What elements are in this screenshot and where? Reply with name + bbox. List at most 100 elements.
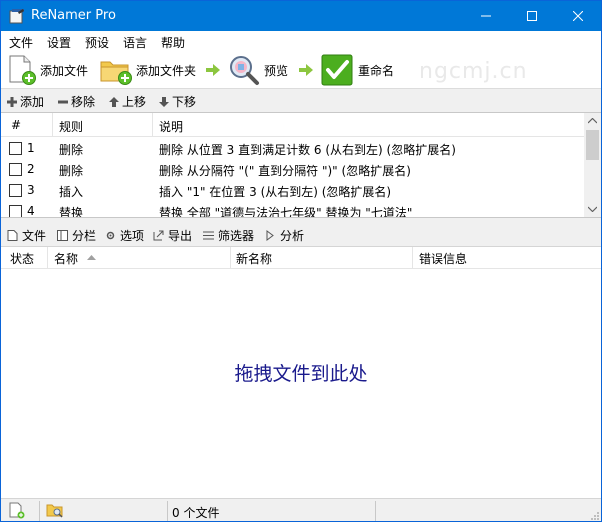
rule-name: 删除 xyxy=(59,143,84,157)
rule-checkbox[interactable] xyxy=(9,184,22,197)
app-window: ReNamer Pro 文件 设置 预设 语言 帮助 ngcmj.cn 添加文件 xyxy=(0,0,602,522)
analyze-menu-button[interactable]: 分析 xyxy=(265,227,304,244)
status-divider xyxy=(39,501,40,521)
arrow-right-icon xyxy=(206,64,220,76)
rule-row[interactable]: 2 删除 删除 从分隔符 "(" 直到分隔符 ")" (忽略扩展名) xyxy=(1,159,584,180)
rule-checkbox[interactable] xyxy=(9,163,22,176)
rules-table-header: # 规则 说明 xyxy=(1,113,584,137)
rule-checkbox[interactable] xyxy=(9,142,22,155)
export-icon xyxy=(153,230,164,241)
move-up-button[interactable]: 上移 xyxy=(109,93,146,110)
column-header-description[interactable]: 说明 xyxy=(159,118,183,135)
filter-menu-button[interactable]: 筛选器 xyxy=(203,227,254,244)
files-list[interactable]: 状态 名称 新名称 错误信息 拖拽文件到此处 xyxy=(1,246,601,498)
export-menu-button[interactable]: 导出 xyxy=(153,227,192,244)
menu-settings[interactable]: 设置 xyxy=(47,34,71,51)
menu-file[interactable]: 文件 xyxy=(9,34,33,51)
options-menu-button[interactable]: 选项 xyxy=(105,227,144,244)
move-up-label: 上移 xyxy=(122,95,147,109)
file-icon xyxy=(7,230,18,241)
analyze-icon xyxy=(266,230,274,241)
rule-number: 2 xyxy=(27,162,35,176)
magnifier-icon xyxy=(230,56,259,85)
options-menu-label: 选项 xyxy=(120,229,145,243)
export-menu-label: 导出 xyxy=(168,229,193,243)
menu-language[interactable]: 语言 xyxy=(123,34,147,51)
add-folder-icon xyxy=(100,61,132,85)
rule-row[interactable]: 1 删除 删除 从位置 3 直到满足计数 6 (从右到左) (忽略扩展名) xyxy=(1,138,584,159)
rename-button[interactable]: 重命名 xyxy=(321,53,394,87)
add-rule-button[interactable]: 添加 xyxy=(7,93,44,110)
resize-grip-icon[interactable] xyxy=(590,511,600,521)
rule-name: 插入 xyxy=(59,185,84,199)
scroll-down-icon[interactable] xyxy=(588,206,597,212)
preview-button[interactable]: 预览 xyxy=(227,53,288,87)
column-header-name[interactable]: 名称 xyxy=(54,250,78,267)
drop-zone-message: 拖拽文件到此处 xyxy=(234,363,368,385)
add-files-label: 添加文件 xyxy=(40,63,89,78)
move-down-button[interactable]: 下移 xyxy=(159,93,196,110)
scroll-up-icon[interactable] xyxy=(588,118,597,124)
minimize-button[interactable] xyxy=(463,1,509,31)
rules-scrollbar[interactable] xyxy=(584,113,601,217)
add-file-small-icon[interactable] xyxy=(9,502,25,519)
column-divider xyxy=(230,247,231,269)
folder-search-icon[interactable] xyxy=(46,502,64,519)
column-divider xyxy=(412,247,413,269)
status-bar: 0 个文件 xyxy=(1,498,601,521)
column-divider xyxy=(52,113,53,137)
column-divider xyxy=(47,247,48,269)
watermark: ngcmj.cn xyxy=(419,59,528,84)
files-toolbar: 文件 分栏 选项 导出 筛选器 分析 xyxy=(1,224,601,246)
title-bar[interactable]: ReNamer Pro xyxy=(1,1,601,31)
columns-menu-button[interactable]: 分栏 xyxy=(57,227,96,244)
maximize-icon xyxy=(527,11,537,21)
minimize-icon xyxy=(481,15,491,17)
add-folders-button[interactable]: 添加文件夹 xyxy=(99,53,196,87)
rule-name: 替换 xyxy=(59,206,84,218)
close-icon xyxy=(573,11,583,21)
sort-ascending-icon xyxy=(87,255,96,260)
file-count-status: 0 个文件 xyxy=(172,506,220,520)
filter-icon xyxy=(203,231,214,240)
add-rule-label: 添加 xyxy=(20,95,45,109)
column-header-rule[interactable]: 规则 xyxy=(59,118,83,135)
window-title: ReNamer Pro xyxy=(31,8,116,23)
remove-rule-button[interactable]: 移除 xyxy=(58,93,95,110)
columns-menu-label: 分栏 xyxy=(72,229,97,243)
files-menu-label: 文件 xyxy=(22,229,47,243)
column-header-new-name[interactable]: 新名称 xyxy=(236,250,272,267)
rule-description: 删除 从位置 3 直到满足计数 6 (从右到左) (忽略扩展名) xyxy=(159,143,456,157)
column-header-status[interactable]: 状态 xyxy=(10,250,34,267)
status-divider xyxy=(167,501,168,521)
column-header-number[interactable]: # xyxy=(11,118,21,132)
rename-label: 重命名 xyxy=(358,63,395,78)
move-down-label: 下移 xyxy=(172,95,197,109)
rules-table: # 规则 说明 1 删除 删除 从位置 3 直到满足计数 6 (从右到左) (忽… xyxy=(1,112,601,218)
rule-number: 1 xyxy=(27,141,35,155)
scrollbar-thumb[interactable] xyxy=(586,130,599,160)
options-icon xyxy=(106,231,115,240)
menu-help[interactable]: 帮助 xyxy=(161,34,185,51)
rule-checkbox[interactable] xyxy=(9,205,22,217)
maximize-button[interactable] xyxy=(509,1,555,31)
columns-icon xyxy=(57,230,68,241)
checkmark-icon xyxy=(321,54,353,86)
rules-toolbar: 添加 移除 上移 下移 xyxy=(1,90,601,112)
column-divider xyxy=(152,113,153,137)
menu-presets[interactable]: 预设 xyxy=(85,34,109,51)
rule-row[interactable]: 3 插入 插入 "1" 在位置 3 (从右到左) (忽略扩展名) xyxy=(1,180,584,201)
add-file-icon xyxy=(9,55,36,85)
remove-rule-label: 移除 xyxy=(71,95,96,109)
rule-row[interactable]: 4 替换 替换 全部 "道德与法治七年级" 替换为 "七道法" xyxy=(1,201,584,218)
rule-description: 删除 从分隔符 "(" 直到分隔符 ")" (忽略扩展名) xyxy=(159,164,411,178)
arrow-up-icon xyxy=(109,96,119,107)
column-header-error[interactable]: 错误信息 xyxy=(419,250,467,267)
rule-number: 3 xyxy=(27,183,35,197)
files-menu-button[interactable]: 文件 xyxy=(7,227,46,244)
filter-menu-label: 筛选器 xyxy=(218,229,255,243)
rule-name: 删除 xyxy=(59,164,84,178)
add-files-button[interactable]: 添加文件 xyxy=(7,53,88,87)
close-button[interactable] xyxy=(555,1,601,31)
add-folders-label: 添加文件夹 xyxy=(136,63,197,78)
